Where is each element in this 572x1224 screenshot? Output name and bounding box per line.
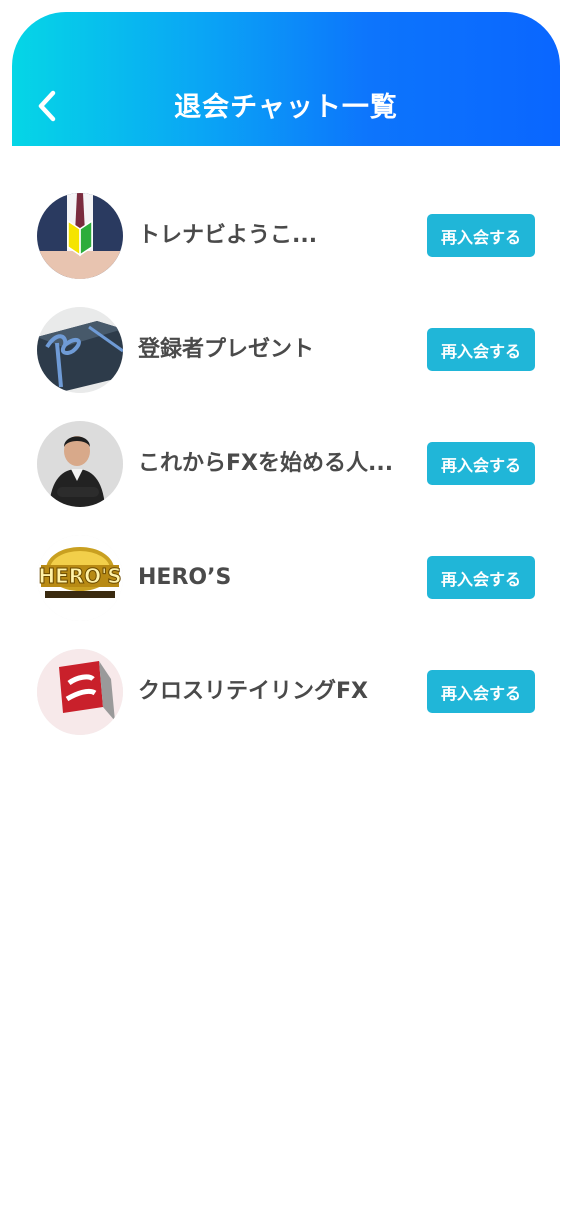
withdrawn-chat-list: トレナビようこ... 再入会する 登録者プレゼント 再入会する これからFXを始… [0,178,572,748]
chat-name: HERO’S [138,565,232,590]
rejoin-button[interactable]: 再入会する [427,556,535,599]
chat-row-5[interactable]: クロスリテイリングFX 再入会する [0,634,572,748]
cross-retailing-logo-avatar [37,649,123,735]
header-bar: 退会チャット一覧 [12,12,560,146]
chat-name: クロスリテイリングFX [138,679,368,704]
gift-box-avatar [37,307,123,393]
chat-row-4[interactable]: HERO'S HERO’S 再入会する [0,520,572,634]
heros-gold-logo-avatar: HERO'S [37,535,123,621]
rejoin-button[interactable]: 再入会する [427,328,535,371]
page-title: 退会チャット一覧 [174,92,398,123]
chat-name: 登録者プレゼント [138,337,315,362]
man-portrait-avatar [37,421,123,507]
rejoin-button[interactable]: 再入会する [427,670,535,713]
rejoin-button[interactable]: 再入会する [427,442,535,485]
rejoin-button[interactable]: 再入会する [427,214,535,257]
chat-row-2[interactable]: 登録者プレゼント 再入会する [0,292,572,406]
chat-name: これからFXを始める人... [138,451,394,476]
page: 退会チャット一覧 トレナビようこ... 再入会する 登録者プレゼント 再入会する… [0,0,572,1224]
chat-row-1[interactable]: トレナビようこ... 再入会する [0,178,572,292]
svg-text:HERO'S: HERO'S [38,564,121,588]
chat-row-3[interactable]: これからFXを始める人... 再入会する [0,406,572,520]
beginner-mark-suit-avatar [37,193,123,279]
chat-name: トレナビようこ... [138,223,318,248]
